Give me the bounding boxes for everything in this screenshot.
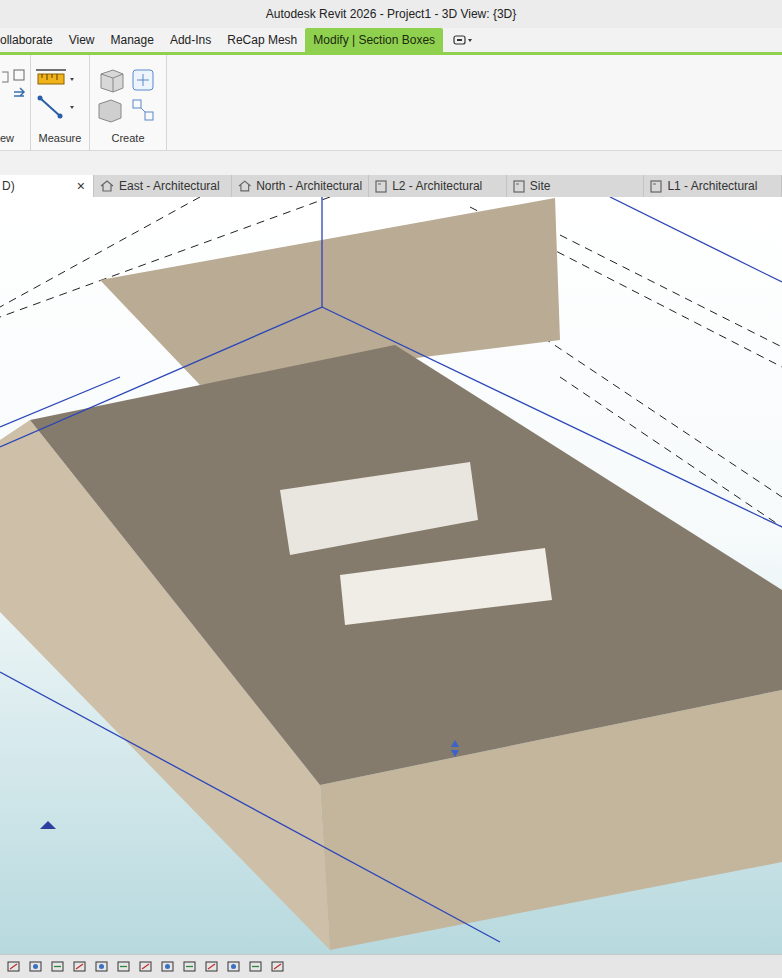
ribbon-tab[interactable]: Manage <box>103 28 162 52</box>
ribbon-tab[interactable]: Modify | Section Boxes <box>305 28 443 52</box>
arrow-icon[interactable] <box>270 960 286 974</box>
temp-icon[interactable] <box>182 960 198 974</box>
create-tools-icon[interactable] <box>93 66 163 126</box>
point-cloud-scene[interactable] <box>0 197 782 954</box>
view-control-bar <box>0 954 782 978</box>
ribbon-tab-bar: ollaborateViewManageAdd-InsReCap MeshMod… <box>0 28 782 52</box>
view-tab[interactable]: Site <box>507 175 645 197</box>
ribbon-panel: ew <box>0 55 31 150</box>
plan-view-icon <box>375 180 387 193</box>
revit-window: Autodesk Revit 2026 - Project1 - 3D View… <box>0 0 782 978</box>
cropview-icon[interactable] <box>138 960 154 974</box>
ribbon-tab[interactable]: View <box>61 28 103 52</box>
view-tab-label: D) <box>2 179 15 193</box>
hide-icon[interactable] <box>204 960 220 974</box>
window-title: Autodesk Revit 2026 - Project1 - 3D View… <box>266 7 517 21</box>
view-tab-label: North - Architectural <box>256 179 362 193</box>
view-tab[interactable]: North - Architectural <box>232 175 370 197</box>
crop-icon[interactable] <box>116 960 132 974</box>
view-tab[interactable]: L1 - Architectural <box>644 175 782 197</box>
title-bar: Autodesk Revit 2026 - Project1 - 3D View… <box>0 0 782 28</box>
panel-label: ew <box>0 130 30 150</box>
ribbon-panel: Create <box>90 55 167 150</box>
view-tab-label: Site <box>530 179 551 193</box>
elevation-view-icon <box>238 180 252 192</box>
style-icon[interactable] <box>50 960 66 974</box>
ribbon-tab[interactable]: Add-Ins <box>162 28 219 52</box>
view-tab-label: East - Architectural <box>119 179 220 193</box>
view-tab[interactable]: L2 - Architectural <box>369 175 507 197</box>
view-tab-label: L1 - Architectural <box>667 179 757 193</box>
analysis-icon[interactable] <box>248 960 264 974</box>
plan-view-icon <box>513 180 525 193</box>
panel-toggle-icon[interactable] <box>453 34 475 46</box>
ribbon: ewMeasureCreate <box>0 55 782 151</box>
elevation-view-icon <box>100 180 114 192</box>
ribbon-tab[interactable]: ollaborate <box>0 28 61 52</box>
close-tab-button[interactable]: × <box>77 178 87 194</box>
panel-tools <box>31 55 89 130</box>
scale-icon[interactable] <box>6 960 22 974</box>
panel-tools <box>0 55 30 130</box>
reveal-icon[interactable] <box>226 960 242 974</box>
tab-dropdown[interactable] <box>443 28 485 52</box>
panel-label: Measure <box>31 130 89 150</box>
plan-view-icon <box>650 180 662 193</box>
options-bar <box>0 151 782 175</box>
measure-tools-icon[interactable] <box>34 66 86 126</box>
view-tab[interactable]: East - Architectural <box>94 175 232 197</box>
view-tab-bar: D) × East - Architectural North - Architect… <box>0 175 782 197</box>
3d-viewport[interactable] <box>0 197 782 954</box>
lock-icon[interactable] <box>160 960 176 974</box>
view-tab[interactable]: D) × <box>0 175 94 197</box>
section-box-arrow-icon[interactable] <box>40 821 56 829</box>
view-tools-icon[interactable] <box>2 66 28 126</box>
view-tab-label: L2 - Architectural <box>392 179 482 193</box>
panel-label: Create <box>90 130 166 150</box>
section-box-grip-icon[interactable] <box>451 740 459 757</box>
sun-icon[interactable] <box>72 960 88 974</box>
panel-tools <box>90 55 166 130</box>
shadow-icon[interactable] <box>94 960 110 974</box>
ribbon-panel: Measure <box>31 55 90 150</box>
detail-icon[interactable] <box>28 960 44 974</box>
ribbon-tab[interactable]: ReCap Mesh <box>219 28 305 52</box>
